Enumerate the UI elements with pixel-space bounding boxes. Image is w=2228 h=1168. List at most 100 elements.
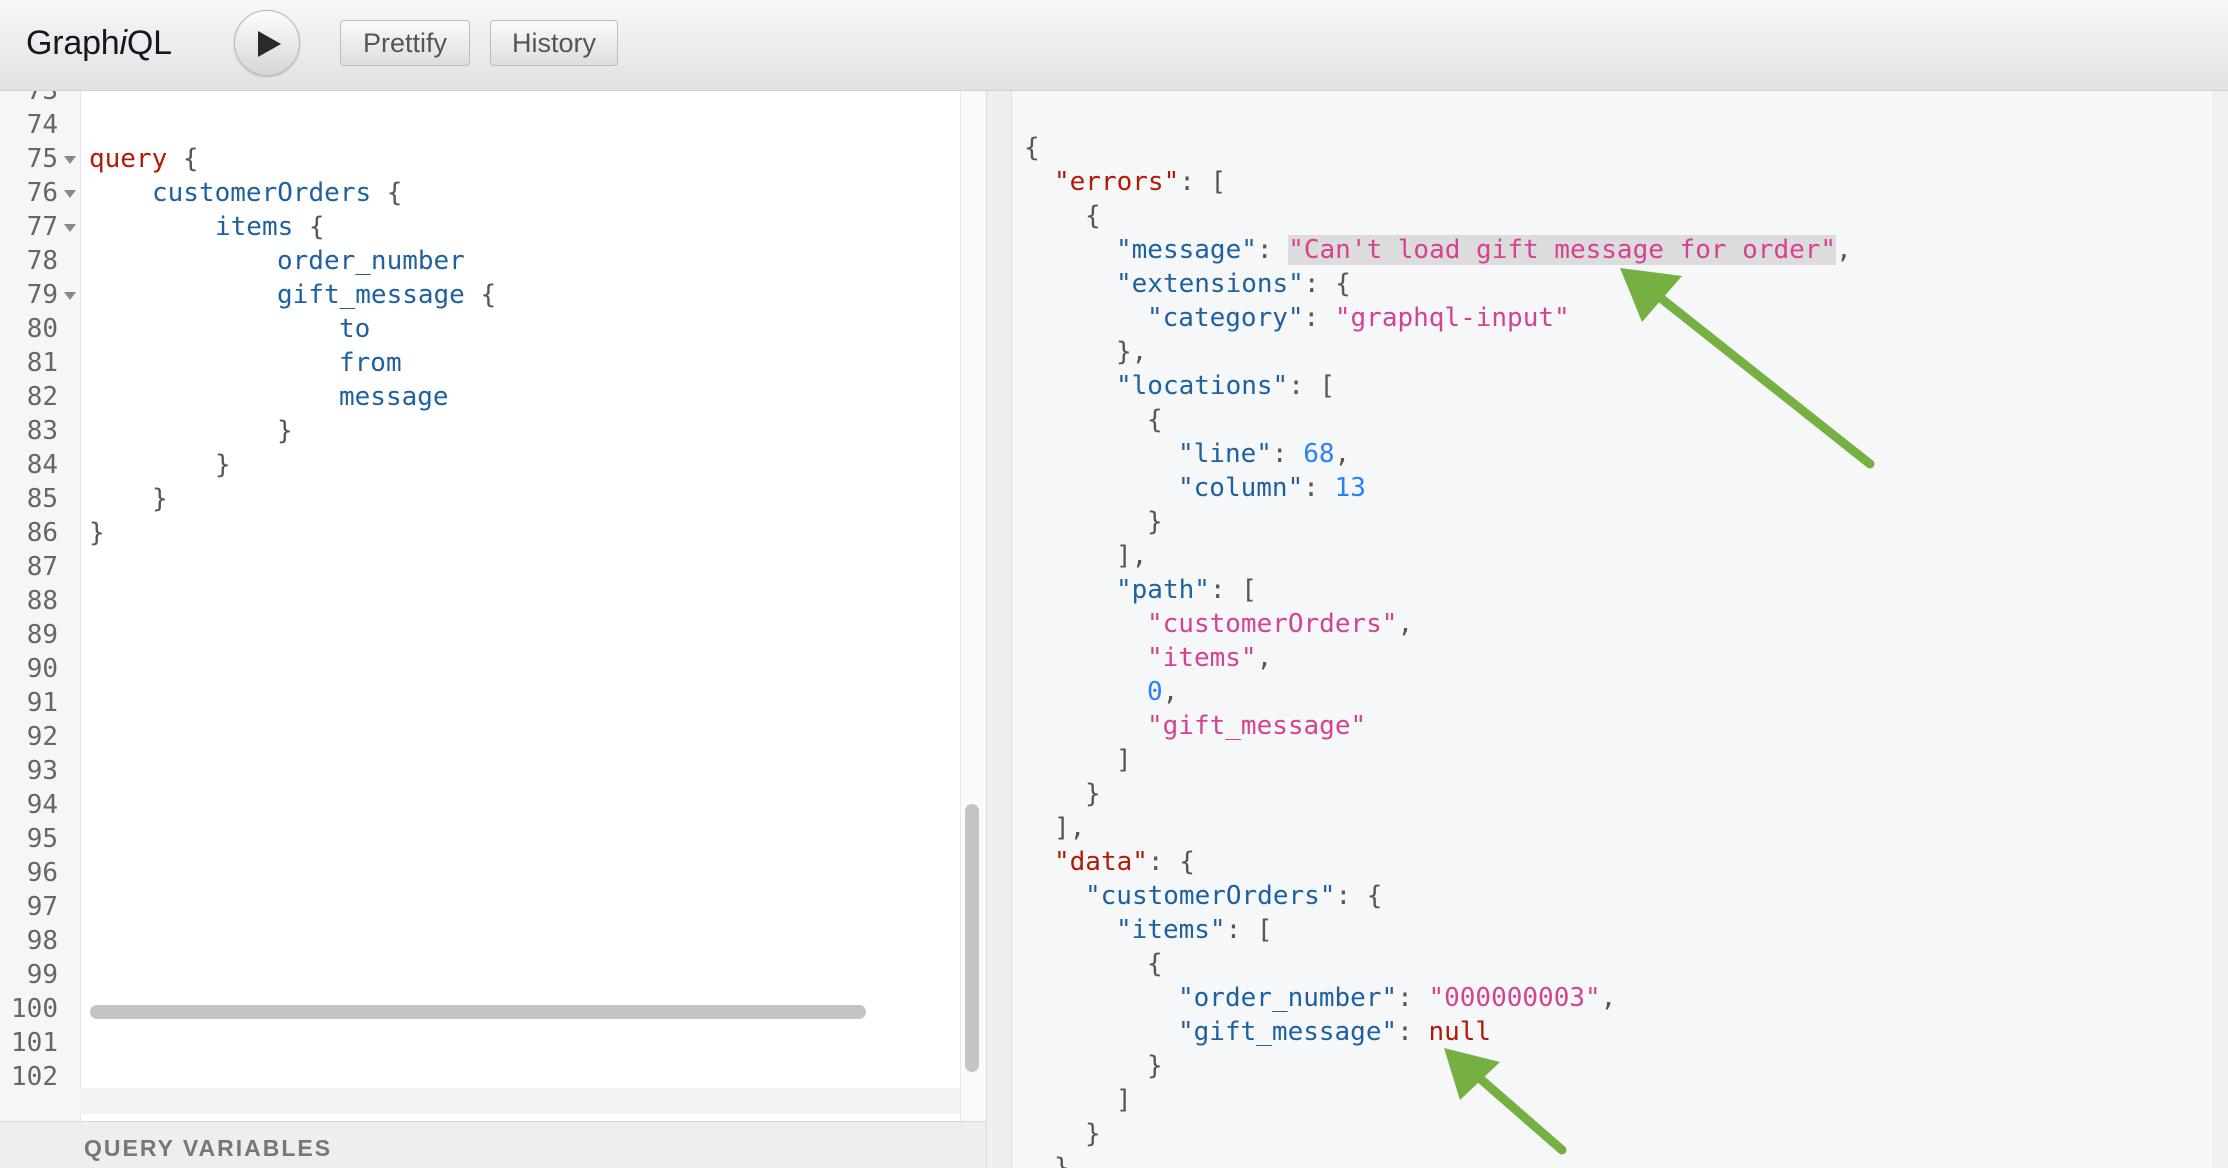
- column-value: 13: [1334, 473, 1366, 503]
- data-key: "data": [1054, 847, 1148, 877]
- code-line: message: [339, 380, 449, 414]
- code-punct: {: [464, 280, 497, 310]
- line-number: 73: [26, 91, 58, 106]
- code-line: }: [89, 516, 105, 550]
- order-number-value: "000000003": [1428, 983, 1601, 1013]
- json-line: "items",: [1147, 643, 1273, 673]
- pane-resize-handle[interactable]: [986, 91, 1012, 1168]
- code-punct: }: [215, 450, 231, 480]
- line-number: 92: [26, 722, 58, 752]
- json-line: "items": [: [1116, 915, 1273, 945]
- code-punct: }: [89, 518, 105, 548]
- code-line: }: [215, 448, 231, 482]
- json-line: "category": "graphql-input": [1147, 303, 1570, 333]
- json-line: "errors": [: [1054, 167, 1227, 197]
- json-line: "path": [: [1116, 575, 1257, 605]
- line-number: 100: [11, 994, 58, 1024]
- line-number: 99: [26, 960, 58, 990]
- fold-toggle-icon[interactable]: [64, 156, 76, 164]
- line-number: 83: [26, 416, 58, 446]
- customer-orders-key: "customerOrders": [1085, 881, 1336, 911]
- line-number: 81: [26, 348, 58, 378]
- annotation-arrow-icon: [1620, 268, 1875, 469]
- path-key: "path": [1116, 575, 1210, 605]
- app-title: GraphiQL: [26, 24, 172, 63]
- fold-toggle-icon[interactable]: [64, 292, 76, 300]
- vertical-scroll-thumb[interactable]: [965, 804, 979, 1072]
- line-number: 79: [26, 280, 58, 310]
- line-number: 90: [26, 654, 58, 684]
- line-number: 78: [26, 246, 58, 276]
- line-number: 80: [26, 314, 58, 344]
- json-line: ],: [1116, 541, 1148, 571]
- query-editor[interactable]: 73 74 75 76 77 78 79 80 81 82 83 84 85 8…: [0, 91, 960, 1121]
- line-number: 95: [26, 824, 58, 854]
- errors-key: "errors": [1054, 167, 1180, 197]
- path-item: "customerOrders": [1147, 609, 1398, 639]
- app-title-suffix: QL: [126, 24, 172, 62]
- order-number-key: "order_number": [1178, 983, 1398, 1013]
- horizontal-scroll-thumb[interactable]: [90, 1005, 866, 1019]
- json-line: ],: [1054, 813, 1086, 843]
- code-field: items: [215, 212, 294, 242]
- execute-query-button[interactable]: [234, 10, 300, 76]
- history-button[interactable]: History: [490, 20, 618, 66]
- line-number: 91: [26, 688, 58, 718]
- json-line: "customerOrders": {: [1085, 881, 1383, 911]
- extensions-key: "extensions": [1116, 269, 1304, 299]
- json-line: }: [1054, 1153, 1070, 1168]
- json-line: }: [1147, 1051, 1163, 1081]
- json-line: "gift_message": null: [1178, 1017, 1492, 1047]
- code-line: items {: [215, 210, 325, 244]
- line-key: "line": [1178, 439, 1272, 469]
- fold-toggle-icon[interactable]: [64, 190, 76, 198]
- code-field: from: [339, 348, 402, 378]
- json-line: "message": "Can't load gift message for …: [1116, 235, 1852, 265]
- line-number: 88: [26, 586, 58, 616]
- result-scrollbar[interactable]: [2212, 91, 2228, 1168]
- app-title-prefix: Graph: [26, 24, 120, 62]
- line-number: 102: [11, 1062, 58, 1092]
- horizontal-scrollbar[interactable]: [80, 1088, 960, 1114]
- query-keyword: query: [89, 144, 168, 174]
- line-number: 93: [26, 756, 58, 786]
- query-variables-bar[interactable]: QUERY VARIABLES: [0, 1121, 986, 1168]
- json-line: 0,: [1147, 677, 1179, 707]
- json-line: "locations": [: [1116, 371, 1336, 401]
- json-line: ]: [1116, 745, 1132, 775]
- code-punct: }: [277, 416, 293, 446]
- line-number: 98: [26, 926, 58, 956]
- gift-message-key: "gift_message": [1178, 1017, 1398, 1047]
- line-number: 74: [26, 110, 58, 140]
- path-item: "items": [1147, 643, 1257, 673]
- code-punct: {: [167, 144, 199, 174]
- code-line: }: [152, 482, 168, 516]
- json-line: {: [1147, 949, 1163, 979]
- code-field: gift_message: [277, 280, 465, 310]
- line-number: 82: [26, 382, 58, 412]
- fold-toggle-icon[interactable]: [64, 224, 76, 232]
- result-viewer: { "errors": [ { "message": "Can't load g…: [1012, 91, 2228, 1168]
- path-item: "gift_message": [1147, 711, 1367, 741]
- column-key: "column": [1178, 473, 1304, 503]
- line-number: 94: [26, 790, 58, 820]
- json-line: {: [1085, 201, 1101, 231]
- line-number: 84: [26, 450, 58, 480]
- error-message-value: "Can't load gift message for order": [1288, 235, 1837, 265]
- json-line: "gift_message": [1147, 709, 1366, 743]
- code-field: message: [339, 382, 449, 412]
- line-number: 85: [26, 484, 58, 514]
- json-line: }: [1085, 779, 1101, 809]
- json-line: "extensions": {: [1116, 269, 1351, 299]
- code-field: customerOrders: [152, 178, 372, 208]
- json-line: "order_number": "000000003",: [1178, 983, 1617, 1013]
- json-line: "customerOrders",: [1147, 609, 1414, 639]
- line-number: 101: [11, 1028, 58, 1058]
- code-line: }: [277, 414, 293, 448]
- json-line: {: [1147, 405, 1163, 435]
- code-punct: }: [152, 484, 168, 514]
- play-icon: [258, 31, 281, 57]
- json-line: },: [1116, 337, 1148, 367]
- line-number: 96: [26, 858, 58, 888]
- prettify-button[interactable]: Prettify: [340, 20, 470, 66]
